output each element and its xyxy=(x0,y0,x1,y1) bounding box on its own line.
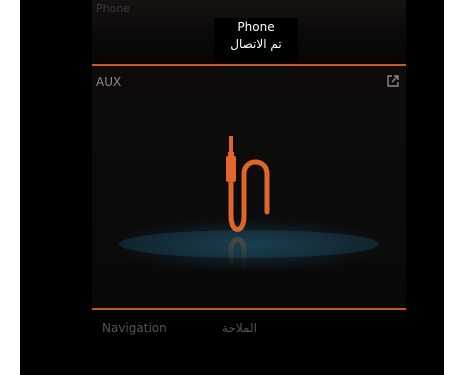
navigation-card[interactable]: Navigation الملاحة xyxy=(92,310,406,358)
aux-card[interactable]: AUX xyxy=(92,64,406,310)
screen: Phone Phone تم الاتصال AUX Navigation ال… xyxy=(20,0,444,375)
aux-cable-illustration xyxy=(119,136,379,273)
navigation-sub-label: الملاحة xyxy=(222,321,257,335)
aux-plug-icon xyxy=(226,136,236,182)
navigation-label: Navigation xyxy=(102,321,167,335)
phone-card-label: Phone xyxy=(96,2,131,15)
toast-status: تم الاتصال xyxy=(230,37,282,51)
phone-card[interactable]: Phone Phone تم الاتصال xyxy=(92,0,406,66)
phone-status-toast: Phone تم الاتصال xyxy=(214,18,298,62)
aux-cable-icon xyxy=(228,159,270,232)
toast-title: Phone xyxy=(237,20,275,34)
